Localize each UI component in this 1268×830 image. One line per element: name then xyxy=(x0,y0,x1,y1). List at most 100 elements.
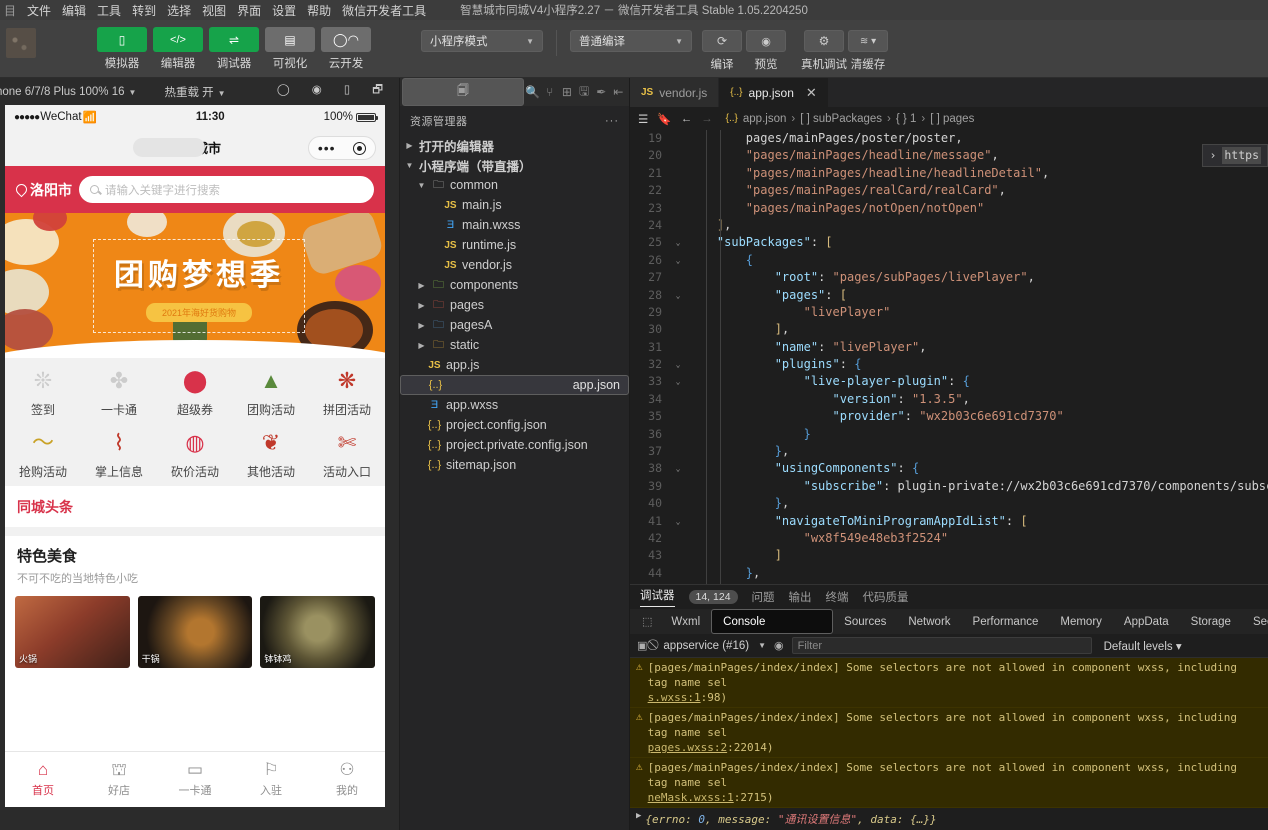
back-arrow-icon[interactable]: ← xyxy=(681,113,693,125)
hot-reload-toggle[interactable]: 热重载 开 ▼ xyxy=(164,84,225,100)
tree-file-project-private-config[interactable]: {..} project.private.config.json xyxy=(400,435,629,455)
code-editor[interactable]: › https 19 pages/mainPages/poster/poster… xyxy=(630,130,1268,584)
grid-item-signin[interactable]: ❊ 签到 xyxy=(5,368,81,418)
tree-file-main-js[interactable]: JS main.js xyxy=(400,195,629,215)
source-control-icon[interactable]: ⑂ xyxy=(541,78,558,106)
grid-item-entry[interactable]: ✄ 活动入口 xyxy=(309,430,385,480)
console-context-select[interactable]: appservice (#16) ▼ xyxy=(663,640,766,652)
headline-section[interactable]: 同城头条 xyxy=(5,486,385,527)
bookmark-icon[interactable]: 🔖 xyxy=(657,112,671,126)
devtools-tab-performance[interactable]: Performance xyxy=(962,609,1050,634)
inspect-element-icon[interactable]: ⬚ xyxy=(634,609,660,634)
code-line[interactable]: 27 "root": "pages/subPages/livePlayer", xyxy=(630,269,1268,286)
tree-file-project-config[interactable]: {..} project.config.json xyxy=(400,415,629,435)
code-line[interactable]: 19 pages/mainPages/poster/poster, xyxy=(630,130,1268,147)
explorer-more-icon[interactable]: ··· xyxy=(605,115,619,127)
log-levels-select[interactable]: Default levels ▾ xyxy=(1104,639,1182,653)
code-line[interactable]: 31 "name": "livePlayer", xyxy=(630,339,1268,356)
console-warning[interactable]: ⚠ [pages/mainPages/index/index] Some sele… xyxy=(630,758,1268,808)
phone-icon[interactable]: ▯ xyxy=(344,82,350,101)
code-line[interactable]: 38 ⌄ "usingComponents": { xyxy=(630,460,1268,477)
search-icon[interactable]: 🔍 xyxy=(524,78,541,106)
tab-mine[interactable]: ⚇ 我的 xyxy=(309,761,385,798)
grid-item-coupon[interactable]: ⬤ 超级券 xyxy=(157,368,233,418)
grid-item-teambuy[interactable]: ❋ 拼团活动 xyxy=(309,368,385,418)
devtools-tab-memory[interactable]: Memory xyxy=(1049,609,1113,634)
code-line[interactable]: 29 "livePlayer" xyxy=(630,304,1268,321)
tab-card[interactable]: ▭ 一卡通 xyxy=(157,761,233,798)
rotate-icon[interactable]: ◯ xyxy=(277,82,290,101)
tree-section-project[interactable]: ▼ 小程序端（带直播） xyxy=(400,155,629,175)
grid-item-bargain[interactable]: ◍ 砍价活动 xyxy=(157,430,233,480)
menu-item-select[interactable]: 选择 xyxy=(167,2,191,19)
food-card[interactable]: 火锅 xyxy=(15,596,130,668)
search-input[interactable]: 请输入关键字进行搜索 xyxy=(79,176,374,203)
code-line[interactable]: 39 "subscribe": plugin-private://wx2b03c… xyxy=(630,478,1268,495)
console-output[interactable]: ⚠ [pages/mainPages/index/index] Some sele… xyxy=(630,658,1268,830)
code-line[interactable]: 25 ⌄ "subPackages": [ xyxy=(630,234,1268,251)
menu-item-devtools[interactable]: 微信开发者工具 xyxy=(342,2,426,19)
fold-toggle-icon[interactable]: ⌄ xyxy=(670,234,686,251)
toggle-debugger[interactable]: ⇌ 调试器 xyxy=(209,27,259,71)
code-line[interactable]: 34 "version": "1.3.5", xyxy=(630,391,1268,408)
code-line[interactable]: 45⌄ { xyxy=(630,582,1268,584)
tree-file-sitemap-json[interactable]: {..} sitemap.json xyxy=(400,455,629,475)
tab-join[interactable]: ⚐ 入驻 xyxy=(233,761,309,798)
close-icon[interactable]: ✕ xyxy=(806,85,817,101)
promo-banner[interactable]: 团购梦想季 2021年海好货购物 xyxy=(5,213,385,358)
tree-section-open-editors[interactable]: ▶ 打开的编辑器 xyxy=(400,135,629,155)
code-line[interactable]: 22 "pages/mainPages/realCard/realCard", xyxy=(630,182,1268,199)
fold-toggle-icon[interactable]: ⌄ xyxy=(670,513,686,530)
console-filter-input[interactable] xyxy=(791,637,1092,654)
debugger-tab-terminal[interactable]: 终端 xyxy=(826,589,849,605)
eye-icon[interactable]: ◉ xyxy=(774,639,784,652)
menu-bar[interactable]: 目 文件 编辑 工具 转到 选择 视图 界面 设置 帮助 微信开发者工具 xyxy=(0,2,426,19)
fold-toggle-icon[interactable]: ⌄ xyxy=(670,582,686,584)
menu-item-goto[interactable]: 转到 xyxy=(132,2,156,19)
code-line[interactable]: 42 "wx8f549e48eb3f2524" xyxy=(630,530,1268,547)
menu-item-interface[interactable]: 界面 xyxy=(237,2,261,19)
tree-folder-pages[interactable]: ▶ 🗀 pages xyxy=(400,295,629,315)
compile-button[interactable]: ⟳ 编译 xyxy=(700,30,744,72)
code-line[interactable]: 20 "pages/mainPages/headline/message", xyxy=(630,147,1268,164)
tab-home[interactable]: ⌂ 首页 xyxy=(5,761,81,798)
grid-item-groupbuy[interactable]: ▲ 团购活动 xyxy=(233,368,309,418)
code-line[interactable]: 36 } xyxy=(630,426,1268,443)
console-log[interactable]: ▶ {errno: 0, message: "通讯设置信息", data: {…}… xyxy=(630,808,1268,830)
code-line[interactable]: 44 }, xyxy=(630,565,1268,582)
toggle-editor[interactable]: </> 编辑器 xyxy=(153,27,203,71)
preview-button[interactable]: ◉ 预览 xyxy=(744,30,788,72)
url-popup[interactable]: › https xyxy=(1202,144,1268,168)
tree-folder-pagesA[interactable]: ▶ 🗀 pagesA xyxy=(400,315,629,335)
tree-folder-static[interactable]: ▶ 🗀 static xyxy=(400,335,629,355)
fold-toggle-icon[interactable]: ⌄ xyxy=(670,252,686,269)
code-line[interactable]: 30 ], xyxy=(630,321,1268,338)
menu-item-file[interactable]: 文件 xyxy=(27,2,51,19)
breadcrumb-item-2[interactable]: { } 1 xyxy=(896,113,916,125)
tab-shops[interactable]: ⛫ 好店 xyxy=(81,761,157,798)
menu-item-tools[interactable]: 工具 xyxy=(97,2,121,19)
grid-item-card[interactable]: ✤ 一卡通 xyxy=(81,368,157,418)
collapse-icon[interactable]: ⇤ xyxy=(610,78,627,106)
code-line[interactable]: 32 ⌄ "plugins": { xyxy=(630,356,1268,373)
code-line[interactable]: 28 ⌄ "pages": [ xyxy=(630,287,1268,304)
debugger-tab-codequality[interactable]: 代码质量 xyxy=(863,589,909,605)
wechat-capsule[interactable]: ••• xyxy=(308,136,376,160)
code-line[interactable]: 24 ], xyxy=(630,217,1268,234)
code-line[interactable]: 43 ] xyxy=(630,547,1268,564)
forward-arrow-icon[interactable]: → xyxy=(701,113,713,125)
devtools-tab-storage[interactable]: Storage xyxy=(1180,609,1242,634)
code-line[interactable]: 33 ⌄ "live-player-plugin": { xyxy=(630,373,1268,390)
toggle-simulator[interactable]: ▯ 模拟器 xyxy=(97,27,147,71)
code-line[interactable]: 23 "pages/mainPages/notOpen/notOpen" xyxy=(630,200,1268,217)
tree-folder-components[interactable]: ▶ 🗀 components xyxy=(400,275,629,295)
tree-file-vendor-js[interactable]: JS vendor.js xyxy=(400,255,629,275)
expand-icon[interactable]: ▶ xyxy=(636,811,641,827)
debugger-tab-problems[interactable]: 问题 xyxy=(752,589,775,605)
devtools-tab-security[interactable]: Security xyxy=(1242,609,1268,634)
editor-tab-vendor-js[interactable]: JS vendor.js xyxy=(630,78,720,107)
debugger-tab-output[interactable]: 输出 xyxy=(789,589,812,605)
save-icon[interactable]: 🖫 xyxy=(576,78,593,106)
target-icon[interactable] xyxy=(353,141,367,155)
city-selector[interactable]: 洛阳市 xyxy=(13,180,72,200)
